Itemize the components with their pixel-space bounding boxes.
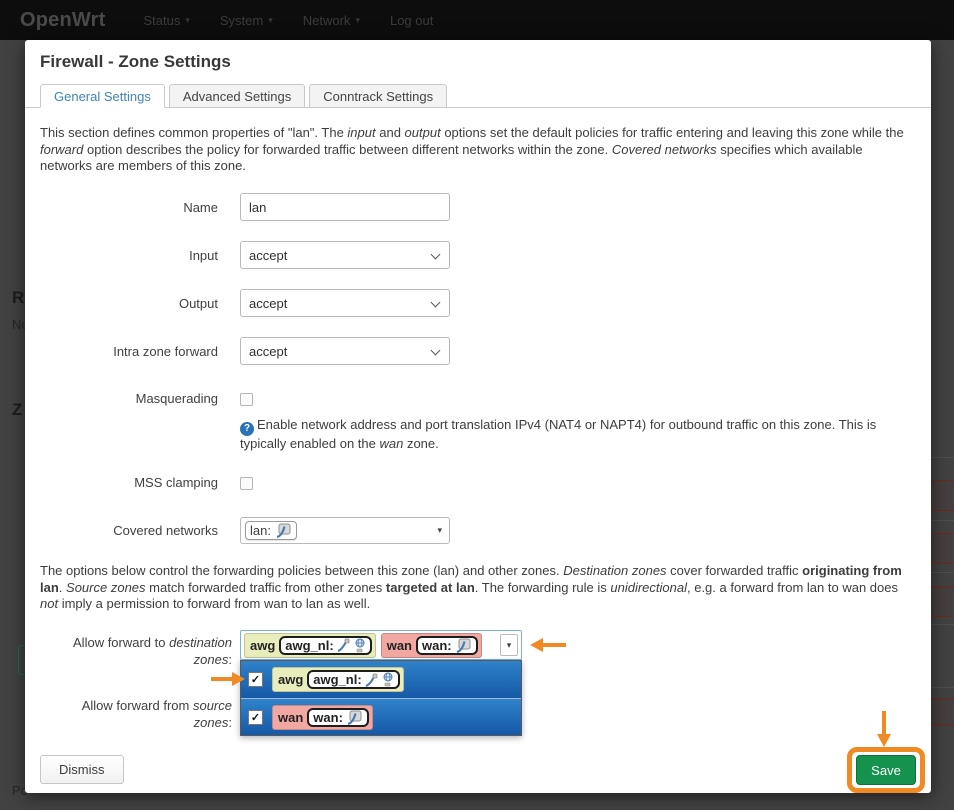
dropdown-caret-icon: ▾ (507, 640, 512, 651)
nav-status[interactable]: Status▾ (143, 13, 189, 28)
network-tag-wan: wan: (307, 708, 369, 727)
nav-system[interactable]: System▾ (220, 13, 273, 28)
field-row-input: Input accept (40, 241, 916, 269)
intra-zone-forward-select[interactable]: accept (240, 337, 450, 365)
network-tag-wan: wan: (416, 636, 478, 655)
annotation-arrow-left (530, 638, 566, 652)
wan-checkbox[interactable]: ✓ (248, 710, 263, 725)
output-label: Output (40, 296, 218, 311)
network-tag-awg-nl: awg_nl: (279, 636, 371, 655)
destination-zones-multiselect[interactable]: awg awg_nl: wan wan: ▾ (240, 630, 522, 660)
masquerading-help: ?Enable network address and port transla… (240, 417, 888, 453)
destination-zones-dropdown: ✓ awg awg_nl: ✓ wan wan: (240, 660, 522, 736)
dropdown-toggle-button[interactable]: ▾ (500, 634, 518, 656)
bg-table-line (931, 687, 954, 688)
dropdown-option-wan[interactable]: ✓ wan wan: (241, 698, 521, 735)
dropdown-caret-icon: ▾ (437, 525, 442, 536)
chevron-down-icon: ▾ (268, 15, 273, 26)
top-navbar: OpenWrt Status▾ System▾ Network▾ Log out (0, 0, 954, 40)
zone-chip-awg[interactable]: awg awg_nl: (244, 633, 376, 658)
tab-general-settings[interactable]: General Settings (40, 84, 165, 108)
annotation-arrow-down (877, 711, 891, 747)
covered-networks-select[interactable]: lan: ▾ (240, 517, 450, 544)
network-tag-awg-nl: awg_nl: (307, 670, 399, 689)
name-label: Name (40, 200, 218, 215)
chevron-down-icon (431, 250, 441, 260)
input-select[interactable]: accept (240, 241, 450, 269)
name-input[interactable] (240, 193, 450, 221)
tab-bar: General Settings Advanced Settings Connt… (25, 84, 931, 108)
bg-table-line (931, 520, 954, 521)
bg-red-button-fragment (930, 480, 954, 511)
network-tag-lan[interactable]: lan: (245, 521, 297, 540)
field-row-output: Output accept (40, 289, 916, 317)
covered-networks-label: Covered networks (40, 523, 218, 538)
masquerading-label: Masquerading (40, 392, 218, 406)
annotation-arrow-right (211, 672, 245, 686)
output-select[interactable]: accept (240, 289, 450, 317)
chevron-down-icon (431, 346, 441, 356)
input-label: Input (40, 248, 218, 263)
bg-table-line (931, 457, 954, 458)
zone-settings-modal: Firewall - Zone Settings General Setting… (25, 40, 931, 793)
bg-table-line (931, 572, 954, 573)
mss-clamping-checkbox[interactable] (240, 477, 253, 490)
save-button[interactable]: Save (856, 755, 916, 785)
tunnel-icon (337, 638, 351, 652)
field-row-intra-zone-forward: Intra zone forward accept (40, 337, 916, 365)
zone-chip-wan: wan wan: (272, 705, 373, 730)
bg-red-button-fragment (930, 586, 954, 617)
openwrt-brand: OpenWrt (20, 9, 105, 32)
section-description: This section defines common properties o… (40, 125, 918, 175)
chevron-down-icon (431, 298, 441, 308)
bg-red-button-fragment (930, 533, 954, 564)
forwarding-description: The options below control the forwarding… (40, 563, 918, 613)
help-icon: ? (240, 422, 254, 436)
field-row-name: Name (40, 193, 916, 221)
dismiss-button[interactable]: Dismiss (40, 755, 124, 784)
field-row-masquerading: Masquerading (40, 392, 916, 406)
nav-logout[interactable]: Log out (390, 13, 433, 28)
globe-icon (354, 638, 366, 653)
source-zones-label: Allow forward from source zones: (40, 697, 232, 731)
tab-advanced-settings[interactable]: Advanced Settings (169, 84, 305, 108)
intra-zone-forward-label: Intra zone forward (40, 344, 218, 359)
zone-chip-awg: awg awg_nl: (272, 667, 404, 692)
ethernet-icon (275, 523, 292, 538)
chevron-down-icon: ▾ (185, 15, 190, 26)
bg-heading-fragment: Z (12, 400, 22, 420)
bg-red-button-fragment (930, 698, 954, 726)
ethernet-icon (455, 638, 472, 653)
mss-clamping-label: MSS clamping (40, 476, 218, 490)
field-row-mss-clamping: MSS clamping (40, 476, 916, 490)
zone-chip-wan[interactable]: wan wan: (381, 633, 482, 658)
destination-zones-label: Allow forward to destination zones: (40, 634, 232, 668)
dropdown-option-awg[interactable]: ✓ awg awg_nl: (241, 661, 521, 698)
ethernet-icon (346, 710, 363, 725)
globe-icon (382, 672, 394, 687)
tab-conntrack-settings[interactable]: Conntrack Settings (309, 84, 447, 108)
chevron-down-icon: ▾ (355, 15, 360, 26)
masquerading-checkbox[interactable] (240, 393, 253, 406)
nav-network[interactable]: Network▾ (303, 13, 360, 28)
bg-heading-fragment: R (12, 288, 24, 308)
page-title: Firewall - Zone Settings (40, 52, 231, 72)
awg-checkbox[interactable]: ✓ (248, 672, 263, 687)
bg-table-line (931, 624, 954, 625)
tunnel-icon (365, 673, 379, 687)
field-row-covered-networks: Covered networks lan: ▾ (40, 517, 916, 544)
